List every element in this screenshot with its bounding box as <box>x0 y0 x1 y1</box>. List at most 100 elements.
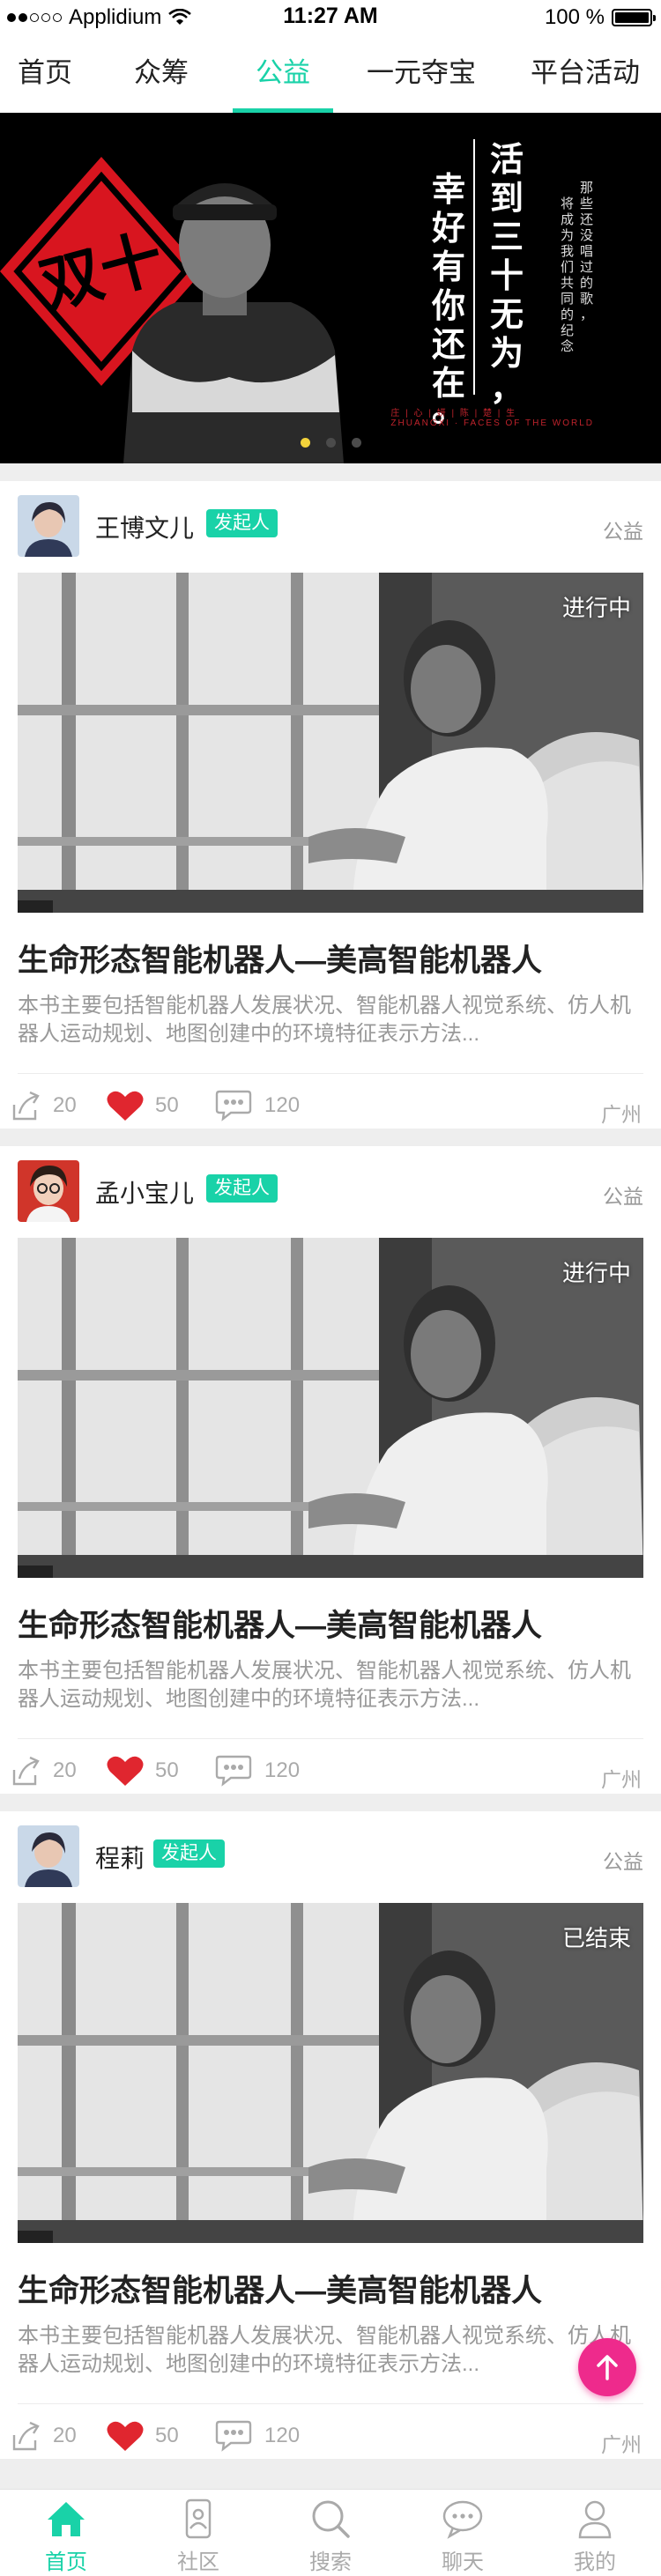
banner-credit-cn: 庄 | 心 | 妍 | 陈 | 楚 | 生 <box>390 409 517 418</box>
bottom-tab-search[interactable]: 搜索 <box>264 2490 397 2576</box>
comment-icon <box>215 1090 252 1121</box>
share-button[interactable]: 20 <box>9 1754 77 1788</box>
like-count: 50 <box>155 1093 179 1117</box>
like-button[interactable]: 50 <box>106 1754 179 1788</box>
battery-icon <box>612 9 656 26</box>
tab-charity[interactable]: 公益 <box>233 35 333 113</box>
project-title[interactable]: 生命形态智能机器人—美高智能机器人 <box>18 1601 542 1646</box>
heart-icon <box>107 2421 144 2451</box>
project-card[interactable]: 王博文儿 发起人 公益 进行中 生命形态智能机器人—美高智能机器人 本书主要包括… <box>0 481 661 1129</box>
comment-button[interactable]: 120 <box>213 2419 300 2453</box>
bottom-tab-community[interactable]: 社区 <box>132 2490 264 2576</box>
tab-one-yuan-snatch[interactable]: 一元夺宝 <box>333 35 509 113</box>
divider <box>18 1738 643 1739</box>
bottom-tab-bar: 首页 社区 搜索 聊天 我的 <box>0 2489 661 2576</box>
share-button[interactable]: 20 <box>9 2419 77 2453</box>
banner-pagination <box>0 438 661 448</box>
location-label: 广州 <box>601 1103 642 1126</box>
share-button[interactable]: 20 <box>9 1089 77 1122</box>
comment-button[interactable]: 120 <box>213 1754 300 1788</box>
tab-platform-events[interactable]: 平台活动 <box>509 35 661 113</box>
project-image[interactable]: 进行中 <box>18 573 643 913</box>
share-icon <box>12 2421 40 2451</box>
share-count: 20 <box>53 2424 77 2447</box>
project-title[interactable]: 生命形态智能机器人—美高智能机器人 <box>18 936 542 981</box>
heart-icon <box>107 1091 144 1121</box>
status-label: 已结束 <box>561 1925 631 1951</box>
battery-percent: 100 % <box>544 5 605 29</box>
card-stats: 20 50 120 广州 <box>9 2419 652 2458</box>
username[interactable]: 王博文儿 <box>95 509 194 544</box>
community-icon <box>185 2498 212 2539</box>
search-icon <box>312 2500 350 2538</box>
bottom-tab-label: 首页 <box>45 2550 87 2574</box>
banner-headline-1: 活到三十无为， <box>490 139 524 408</box>
project-description: 本书主要包括智能机器人发展状况、智能机器人视觉系统、仿人机器人运动规划、地图创建… <box>18 994 631 1046</box>
promo-banner[interactable]: 双十 活到三十无为， 幸好有你还在。 那些还没唱过的歌， 将成为我们共同的纪念 … <box>0 113 661 463</box>
initiator-badge: 发起人 <box>206 1174 278 1203</box>
comment-count: 120 <box>264 1093 301 1117</box>
share-icon <box>12 1756 40 1786</box>
share-count: 20 <box>53 1093 77 1117</box>
category-label: 公益 <box>603 1185 643 1208</box>
project-image[interactable]: 已结束 <box>18 1903 643 2243</box>
divider <box>18 2403 643 2404</box>
banner-credit: 庄 | 心 | 妍 | 陈 | 楚 | 生 ZHUANGXI · FACES O… <box>390 405 594 428</box>
category-tabs: 首页 众筹 公益 一元夺宝 平台活动 <box>0 35 661 113</box>
tab-home[interactable]: 首页 <box>0 35 90 113</box>
project-image[interactable]: 进行中 <box>18 1238 643 1578</box>
category-label: 公益 <box>603 1850 643 1873</box>
project-card[interactable]: 程莉 发起人 公益 已结束 生命形态智能机器人—美高智能机器人 本书主要包括智能… <box>0 1811 661 2459</box>
username[interactable]: 孟小宝儿 <box>95 1174 194 1210</box>
comment-icon <box>215 2420 252 2452</box>
comment-button[interactable]: 120 <box>213 1089 300 1122</box>
arrow-up-icon <box>597 2355 618 2380</box>
card-stats: 20 50 120 广州 <box>9 1754 652 1793</box>
banner-headline-2: 幸好有你还在。 <box>431 169 465 429</box>
project-title[interactable]: 生命形态智能机器人—美高智能机器人 <box>18 2266 542 2311</box>
location-label: 广州 <box>601 2433 642 2456</box>
comment-count: 120 <box>264 1758 301 1782</box>
card-header: 王博文儿 发起人 公益 <box>18 495 643 557</box>
banner-dot[interactable] <box>300 438 310 448</box>
bottom-tab-label: 聊天 <box>442 2550 484 2574</box>
battery-level <box>615 12 649 23</box>
card-header: 程莉 发起人 公益 <box>18 1825 643 1887</box>
banner-dot[interactable] <box>325 438 336 448</box>
share-count: 20 <box>53 1758 77 1782</box>
comment-icon <box>215 1755 252 1787</box>
share-icon <box>12 1091 40 1121</box>
like-button[interactable]: 50 <box>106 1089 179 1122</box>
avatar[interactable] <box>18 495 79 557</box>
banner-credit-en: ZHUANGXI · FACES OF THE WORLD <box>390 418 594 428</box>
project-description: 本书主要包括智能机器人发展状况、智能机器人视觉系统、仿人机器人运动规划、地图创建… <box>18 2324 631 2376</box>
avatar[interactable] <box>18 1160 79 1222</box>
status-bar-right: 100 % <box>544 5 656 30</box>
home-icon <box>48 2502 85 2536</box>
like-count: 50 <box>155 2424 179 2447</box>
avatar[interactable] <box>18 1825 79 1887</box>
status-label: 进行中 <box>561 595 631 621</box>
project-card[interactable]: 孟小宝儿 发起人 公益 进行中 生命形态智能机器人—美高智能机器人 本书主要包括… <box>0 1146 661 1794</box>
chat-icon <box>442 2500 483 2539</box>
card-stats: 20 50 120 广州 <box>9 1089 652 1128</box>
username[interactable]: 程莉 <box>95 1839 145 1875</box>
profile-icon <box>578 2500 612 2539</box>
bottom-tab-chat[interactable]: 聊天 <box>397 2490 529 2576</box>
banner-dot[interactable] <box>351 438 361 448</box>
location-label: 广州 <box>601 1768 642 1791</box>
tab-crowdfunding[interactable]: 众筹 <box>90 35 233 113</box>
status-bar: Applidium 11:27 AM 100 % <box>0 0 661 35</box>
divider <box>18 1073 643 1074</box>
comment-count: 120 <box>264 2424 301 2447</box>
scroll-top-button[interactable] <box>578 2338 636 2396</box>
like-count: 50 <box>155 1758 179 1782</box>
bottom-tab-label: 搜索 <box>309 2550 352 2574</box>
project-description: 本书主要包括智能机器人发展状况、智能机器人视觉系统、仿人机器人运动规划、地图创建… <box>18 1659 631 1711</box>
initiator-badge: 发起人 <box>153 1839 225 1868</box>
heart-icon <box>107 1756 144 1786</box>
bottom-tab-label: 社区 <box>177 2550 219 2574</box>
bottom-tab-home[interactable]: 首页 <box>0 2490 132 2576</box>
bottom-tab-profile[interactable]: 我的 <box>529 2490 661 2576</box>
like-button[interactable]: 50 <box>106 2419 179 2453</box>
